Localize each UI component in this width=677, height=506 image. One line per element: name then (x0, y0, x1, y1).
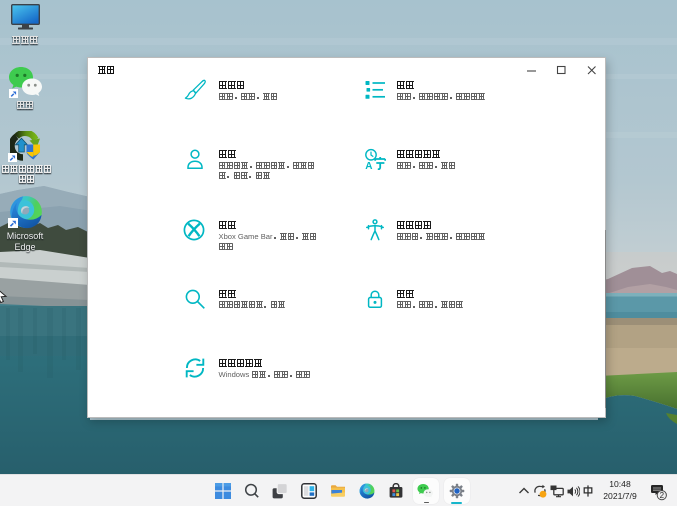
svg-text:2: 2 (660, 491, 665, 500)
svg-text:A: A (365, 161, 372, 170)
